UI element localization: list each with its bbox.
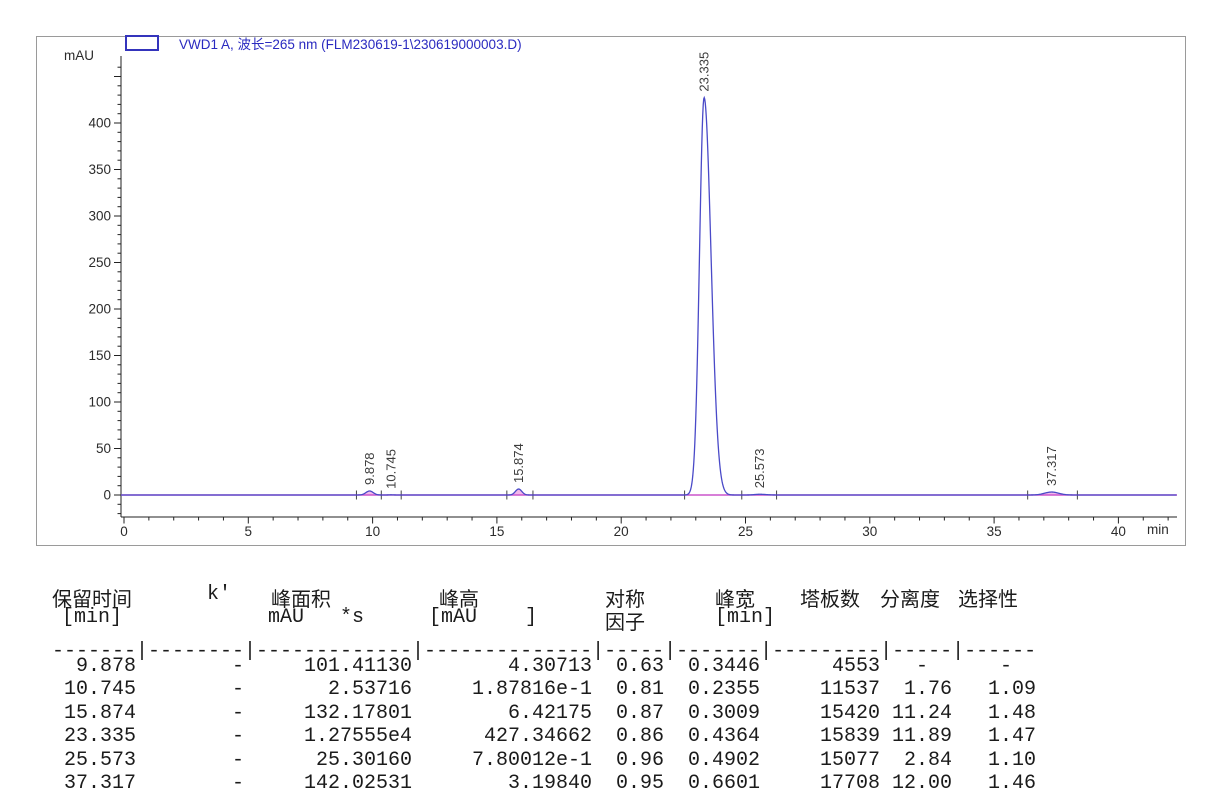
table-cell: 4.30713 bbox=[412, 655, 592, 678]
col-unit-retention: [min] bbox=[62, 606, 122, 629]
table-row: 10.745-2.537161.87816e-10.810.2355115371… bbox=[52, 678, 1036, 701]
table-cell: - bbox=[136, 725, 244, 748]
table-cell: 6.42175 bbox=[412, 702, 592, 725]
table-cell: 23.335 bbox=[52, 725, 136, 748]
y-tick-label: 50 bbox=[96, 441, 111, 456]
x-tick-label: 20 bbox=[614, 524, 629, 539]
table-cell: 1.10 bbox=[952, 749, 1036, 772]
table-cell: - bbox=[880, 655, 952, 678]
table-cell: 11.24 bbox=[880, 702, 952, 725]
x-tick-label: 30 bbox=[862, 524, 877, 539]
table-cell: 1.27555e4 bbox=[244, 725, 412, 748]
x-tick-label: 35 bbox=[987, 524, 1002, 539]
table-cell: 0.6601 bbox=[664, 772, 760, 795]
table-cell: 2.53716 bbox=[244, 678, 412, 701]
peak-label: 37.317 bbox=[1044, 446, 1059, 486]
col-header-selectivity: 选择性 bbox=[958, 583, 1018, 612]
table-cell: 0.95 bbox=[592, 772, 664, 795]
table-cell: 1.47 bbox=[952, 725, 1036, 748]
table-cell: 15839 bbox=[760, 725, 880, 748]
table-cell: 1.09 bbox=[952, 678, 1036, 701]
table-cell: 0.3446 bbox=[664, 655, 760, 678]
table-cell: - bbox=[136, 749, 244, 772]
col-header-resolution: 分离度 bbox=[880, 583, 940, 612]
col-header-k: k' bbox=[207, 583, 231, 606]
y-tick-label: 0 bbox=[103, 488, 111, 503]
table-cell: 1.48 bbox=[952, 702, 1036, 725]
table-cell: 9.878 bbox=[52, 655, 136, 678]
table-cell: - bbox=[952, 655, 1036, 678]
table-cell: 3.19840 bbox=[412, 772, 592, 795]
col-unit-area: mAU *s bbox=[268, 606, 364, 629]
peak-label: 10.745 bbox=[384, 449, 399, 489]
table-cell: 11.89 bbox=[880, 725, 952, 748]
table-row: 23.335-1.27555e4427.346620.860.436415839… bbox=[52, 725, 1036, 748]
table-cell: - bbox=[136, 702, 244, 725]
legend-swatch bbox=[125, 35, 159, 51]
y-axis-unit-label: mAU bbox=[64, 48, 94, 63]
table-cell: 2.84 bbox=[880, 749, 952, 772]
table-cell: 12.00 bbox=[880, 772, 952, 795]
table-cell: 25.573 bbox=[52, 749, 136, 772]
x-tick-label: 25 bbox=[738, 524, 753, 539]
table-cell: 25.30160 bbox=[244, 749, 412, 772]
table-cell: 10.745 bbox=[52, 678, 136, 701]
table-cell: 0.96 bbox=[592, 749, 664, 772]
x-tick-label: 5 bbox=[245, 524, 253, 539]
table-cell: 1.87816e-1 bbox=[412, 678, 592, 701]
table-cell: 15.874 bbox=[52, 702, 136, 725]
table-cell: 0.63 bbox=[592, 655, 664, 678]
table-cell: 1.46 bbox=[952, 772, 1036, 795]
table-cell: 15077 bbox=[760, 749, 880, 772]
table-cell: 132.17801 bbox=[244, 702, 412, 725]
table-cell: 0.81 bbox=[592, 678, 664, 701]
table-cell: 0.4902 bbox=[664, 749, 760, 772]
legend-label: VWD1 A, 波长=265 nm (FLM230619-1\230619000… bbox=[179, 37, 522, 52]
col-header-symmetry2: 因子 bbox=[605, 606, 645, 635]
table-cell: 15420 bbox=[760, 702, 880, 725]
table-rows: 9.878-101.411304.307130.630.34464553- - … bbox=[52, 655, 1036, 795]
y-tick-label: 100 bbox=[88, 395, 111, 410]
table-cell: 0.2355 bbox=[664, 678, 760, 701]
table-cell: - bbox=[136, 655, 244, 678]
table-cell: 4553 bbox=[760, 655, 880, 678]
peak-label: 25.573 bbox=[752, 449, 767, 489]
table-cell: 0.87 bbox=[592, 702, 664, 725]
table-cell: 427.34662 bbox=[412, 725, 592, 748]
x-tick-label: 10 bbox=[365, 524, 380, 539]
table-cell: 142.02531 bbox=[244, 772, 412, 795]
table-cell: 0.4364 bbox=[664, 725, 760, 748]
chromatography-report: 0501001502002503003504000510152025303540… bbox=[0, 0, 1210, 804]
peak-label: 9.878 bbox=[362, 452, 377, 485]
col-unit-width: [min] bbox=[715, 606, 775, 629]
y-tick-label: 200 bbox=[88, 302, 111, 317]
peak-label: 15.874 bbox=[511, 443, 526, 483]
table-row: 15.874-132.178016.421750.870.30091542011… bbox=[52, 702, 1036, 725]
table-cell: 11537 bbox=[760, 678, 880, 701]
table-cell: 17708 bbox=[760, 772, 880, 795]
y-tick-label: 250 bbox=[88, 255, 111, 270]
table-cell: 101.41130 bbox=[244, 655, 412, 678]
y-tick-label: 150 bbox=[88, 348, 111, 363]
col-header-plates: 塔板数 bbox=[800, 583, 860, 612]
table-row: 9.878-101.411304.307130.630.34464553- - bbox=[52, 655, 1036, 678]
table-row: 37.317-142.025313.198400.950.66011770812… bbox=[52, 772, 1036, 795]
table-cell: 7.80012e-1 bbox=[412, 749, 592, 772]
table-row: 25.573-25.301607.80012e-10.960.490215077… bbox=[52, 749, 1036, 772]
table-cell: 0.86 bbox=[592, 725, 664, 748]
table-cell: - bbox=[136, 772, 244, 795]
table-cell: 37.317 bbox=[52, 772, 136, 795]
col-unit-height: [mAU ] bbox=[429, 606, 537, 629]
table-cell: 0.3009 bbox=[664, 702, 760, 725]
x-tick-label: 40 bbox=[1111, 524, 1126, 539]
x-axis-unit-label: min bbox=[1147, 522, 1169, 537]
table-cell: - bbox=[136, 678, 244, 701]
signal-legend: VWD1 A, 波长=265 nm (FLM230619-1\230619000… bbox=[125, 33, 522, 49]
x-tick-label: 0 bbox=[120, 524, 128, 539]
x-tick-label: 15 bbox=[489, 524, 504, 539]
table-cell: 1.76 bbox=[880, 678, 952, 701]
